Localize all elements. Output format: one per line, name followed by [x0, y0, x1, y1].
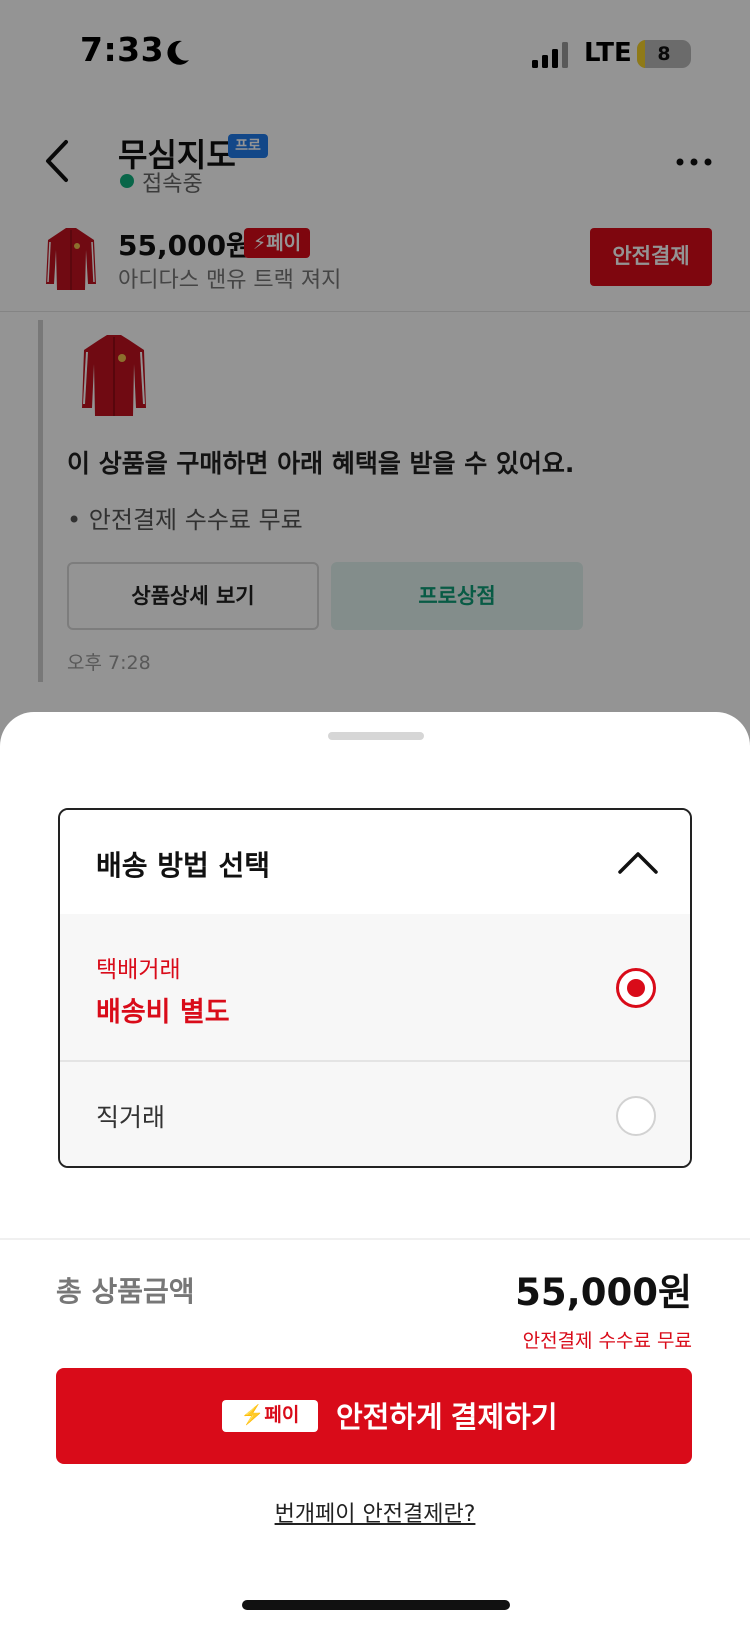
pay-badge-label: 페이 [264, 1405, 300, 1426]
chevron-up-icon[interactable] [616, 846, 660, 876]
pay-badge: ⚡페이 [222, 1400, 318, 1432]
direct-option-label: 직거래 [96, 1103, 166, 1132]
sheet-grabber[interactable] [328, 732, 424, 740]
radio-empty-icon[interactable] [616, 1096, 656, 1136]
total-label: 총 상품금액 [56, 1275, 195, 1308]
courier-option-label: 택배거래 [96, 957, 181, 983]
courier-option-subtext: 배송비 별도 [96, 997, 230, 1028]
secure-pay-label: 안전하게 결제하기 [336, 1402, 558, 1434]
learn-more-link[interactable]: 번개페이 안전결제란? [0, 1496, 750, 1528]
lightning-icon: ⚡ [240, 1405, 265, 1426]
payment-bottom-sheet: 배송 방법 선택 택배거래 배송비 별도 직거래 총 상품금액 55,000원 … [0, 712, 750, 1626]
divider [0, 1238, 750, 1240]
delivery-option-courier[interactable]: 택배거래 배송비 별도 [60, 914, 690, 1062]
home-indicator[interactable] [242, 1600, 510, 1610]
secure-pay-button[interactable]: ⚡페이 안전하게 결제하기 [56, 1368, 692, 1464]
total-price: 55,000원 [515, 1271, 692, 1314]
fee-note: 안전결제 수수료 무료 [522, 1330, 692, 1352]
delivery-option-direct[interactable]: 직거래 [60, 1062, 690, 1166]
delivery-method-header[interactable]: 배송 방법 선택 [60, 810, 690, 914]
delivery-method-selector: 배송 방법 선택 택배거래 배송비 별도 직거래 [58, 808, 692, 1168]
radio-selected-icon[interactable] [616, 968, 656, 1008]
delivery-method-title: 배송 방법 선택 [96, 849, 271, 882]
